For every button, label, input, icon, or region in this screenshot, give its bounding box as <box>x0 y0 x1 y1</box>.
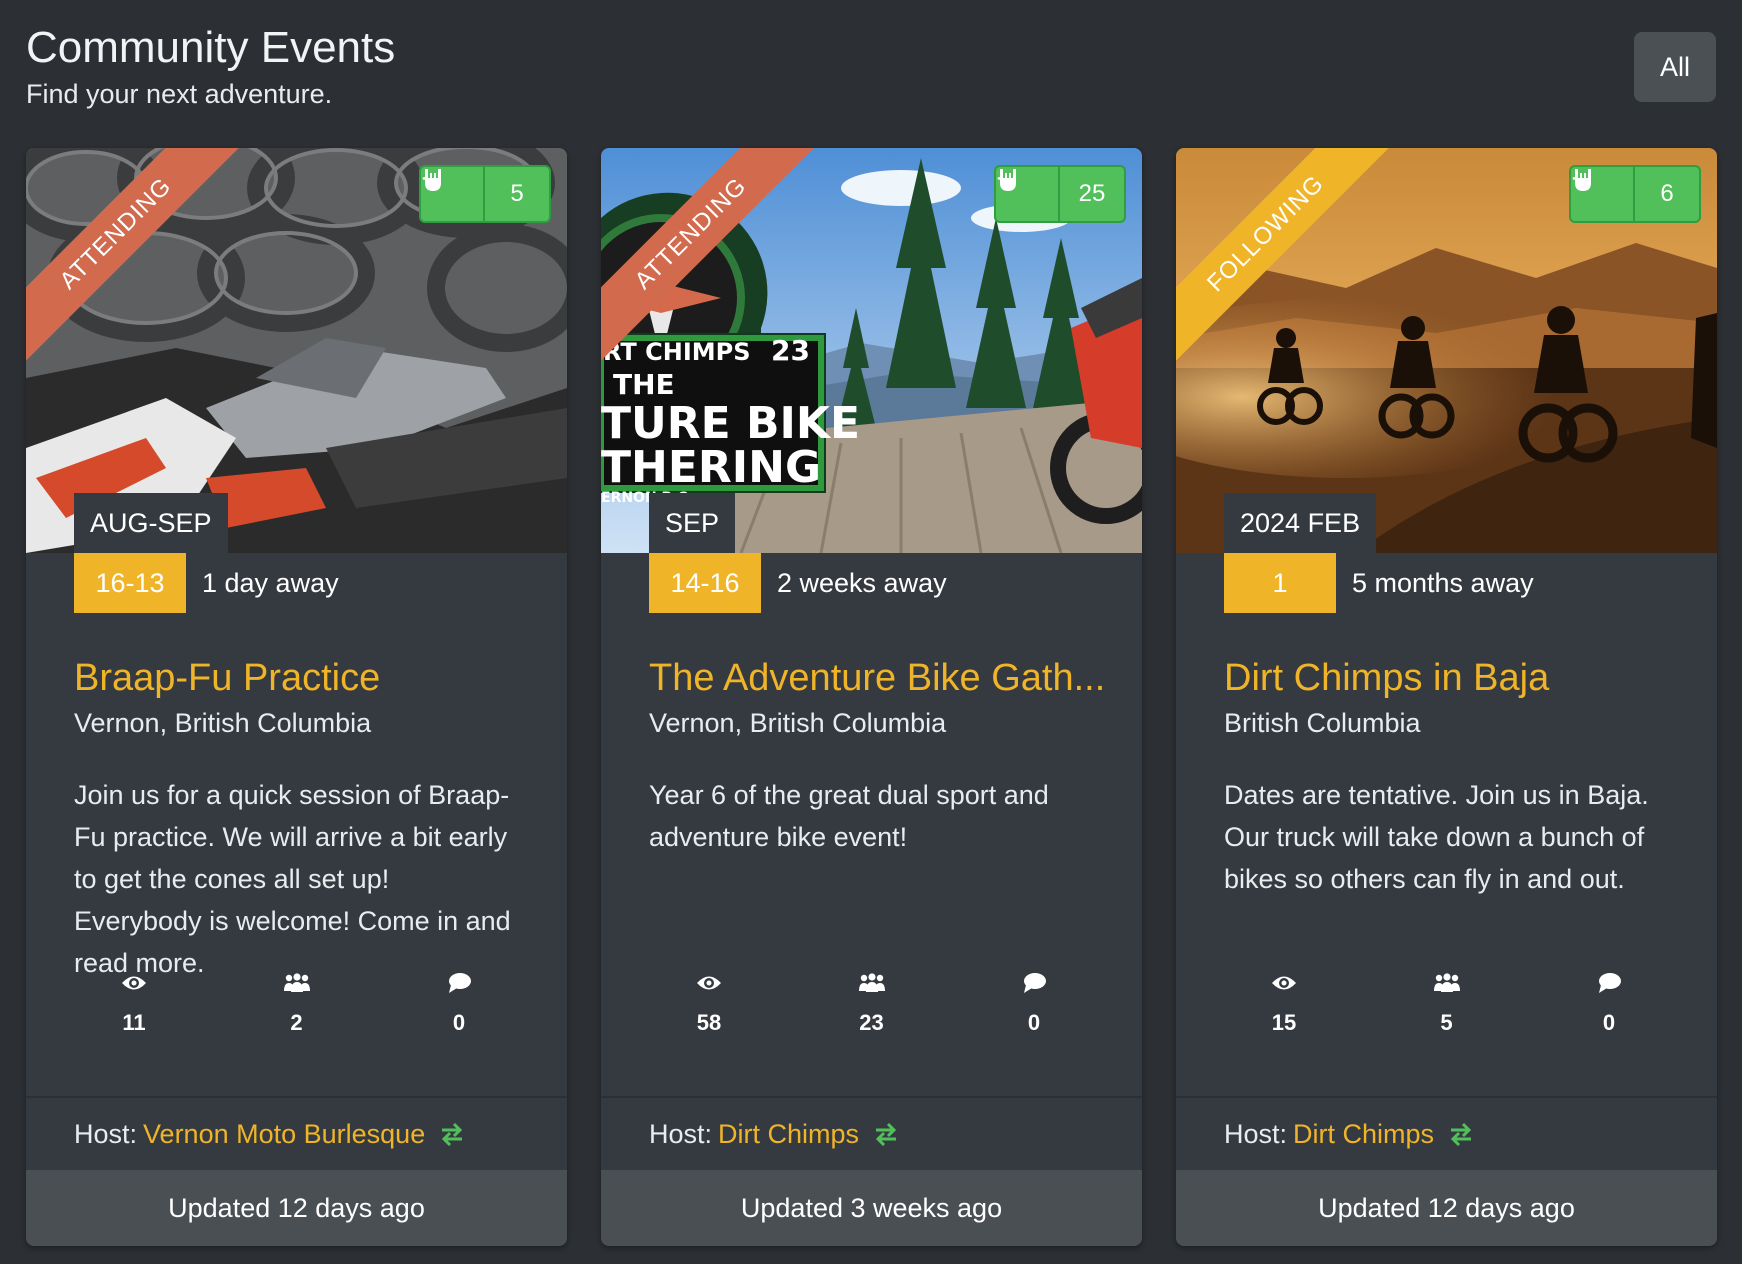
host-link[interactable]: Dirt Chimps <box>1293 1119 1434 1150</box>
users-icon <box>1433 968 1461 998</box>
views-count: 58 <box>696 1010 722 1035</box>
attendees-stat: 23 <box>812 968 932 1036</box>
event-location: British Columbia <box>1224 708 1421 738</box>
event-title-link[interactable]: Braap-Fu Practice <box>74 653 534 703</box>
event-description: Year 6 of the great dual sport and adven… <box>649 780 1049 852</box>
event-location: Vernon, British Columbia <box>74 708 372 738</box>
exchange-icon[interactable] <box>873 1122 899 1146</box>
attendees-count: 2 <box>290 1010 303 1035</box>
event-host: Host: Dirt Chimps <box>601 1096 1142 1170</box>
event-stats: 58 23 0 <box>649 968 1094 1036</box>
comment-icon <box>447 968 471 998</box>
image-text-gathering: THERING <box>601 442 821 493</box>
event-title-link[interactable]: Dirt Chimps in Baja <box>1224 653 1684 703</box>
event-card[interactable]: ATTENDING 5 AUG-SEP 16-13 1 day away Bra… <box>26 148 567 1246</box>
comments-count: 0 <box>1602 1010 1616 1035</box>
attendees-stat: 5 <box>1387 968 1507 1036</box>
host-link[interactable]: Vernon Moto Burlesque <box>143 1119 425 1150</box>
comments-stat: 0 <box>974 968 1094 1036</box>
status-ribbon-label: ATTENDING <box>601 148 821 366</box>
like-button[interactable]: 25 <box>994 165 1126 223</box>
event-title-link[interactable]: The Adventure Bike Gath... <box>649 653 1109 703</box>
rock-hand-icon <box>421 167 485 221</box>
like-button[interactable]: 6 <box>1569 165 1701 223</box>
event-updated: Updated 12 days ago <box>1176 1170 1717 1246</box>
comment-icon <box>1022 968 1046 998</box>
event-days: 16-13 <box>74 553 186 613</box>
views-stat: 11 <box>74 968 194 1036</box>
page-title: Community Events <box>26 23 396 72</box>
exchange-icon[interactable] <box>1448 1122 1474 1146</box>
attendees-stat: 2 <box>237 968 357 1036</box>
event-card[interactable]: FOLLOWING 6 2024 FEB 1 5 months away Dir… <box>1176 148 1717 1246</box>
event-stats: 15 5 0 <box>1224 968 1669 1036</box>
event-description: Join us for a quick session of Braap-Fu … <box>74 780 511 978</box>
event-image[interactable]: FOLLOWING 6 2024 FEB <box>1176 148 1717 553</box>
event-location: Vernon, British Columbia <box>649 708 947 738</box>
event-countdown: 2 weeks away <box>777 567 947 598</box>
like-count: 25 <box>1078 180 1106 207</box>
status-ribbon-label: ATTENDING <box>26 148 246 366</box>
rock-hand-icon <box>1571 167 1635 221</box>
event-card[interactable]: RT CHIMPS 23 THE TURE BIKE THERING ERNON… <box>601 148 1142 1246</box>
event-host: Host: Dirt Chimps <box>1176 1096 1717 1170</box>
event-image[interactable]: ATTENDING 5 AUG-SEP <box>26 148 567 553</box>
eye-icon <box>1271 968 1297 998</box>
date-row: 1 5 months away <box>1224 553 1534 613</box>
comment-icon <box>1597 968 1621 998</box>
event-stats: 11 2 0 <box>74 968 519 1036</box>
status-ribbon: ATTENDING <box>601 148 821 368</box>
attendees-count: 5 <box>1440 1010 1453 1035</box>
rock-hand-icon <box>996 167 1060 221</box>
comments-count: 0 <box>452 1010 466 1035</box>
host-link[interactable]: Dirt Chimps <box>718 1119 859 1150</box>
eye-icon <box>121 968 147 998</box>
event-description: Dates are tentative. Join us in Baja. Ou… <box>1224 780 1649 894</box>
comments-count: 0 <box>1027 1010 1041 1035</box>
event-days: 14-16 <box>649 553 761 613</box>
event-days: 1 <box>1224 553 1336 613</box>
host-label: Host: <box>649 1118 713 1149</box>
page-subtitle: Find your next adventure. <box>26 79 333 109</box>
page-header: Community Events Find your next adventur… <box>26 20 395 112</box>
views-count: 15 <box>1271 1010 1297 1035</box>
events-page: Community Events Find your next adventur… <box>0 0 1742 1264</box>
status-ribbon-label: FOLLOWING <box>1176 148 1396 366</box>
comments-stat: 0 <box>1549 968 1669 1036</box>
status-ribbon: ATTENDING <box>26 148 246 368</box>
event-updated: Updated 12 days ago <box>26 1170 567 1246</box>
status-ribbon: FOLLOWING <box>1176 148 1396 368</box>
like-button[interactable]: 5 <box>419 165 551 223</box>
users-icon <box>858 968 886 998</box>
eye-icon <box>696 968 722 998</box>
event-image[interactable]: RT CHIMPS 23 THE TURE BIKE THERING ERNON… <box>601 148 1142 553</box>
event-countdown: 1 day away <box>202 567 339 598</box>
event-card-list: ATTENDING 5 AUG-SEP 16-13 1 day away Bra… <box>26 148 1717 1246</box>
filter-all-button[interactable]: All <box>1634 32 1716 102</box>
event-month: 2024 FEB <box>1224 493 1377 553</box>
like-count: 6 <box>1660 180 1674 207</box>
host-label: Host: <box>1224 1118 1288 1149</box>
exchange-icon[interactable] <box>439 1122 465 1146</box>
like-count: 5 <box>510 180 524 207</box>
event-month: SEP <box>649 493 736 553</box>
event-updated: Updated 3 weeks ago <box>601 1170 1142 1246</box>
event-countdown: 5 months away <box>1352 567 1534 598</box>
host-label: Host: <box>74 1118 138 1149</box>
event-host: Host: Vernon Moto Burlesque <box>26 1096 567 1170</box>
views-stat: 58 <box>649 968 769 1036</box>
views-stat: 15 <box>1224 968 1344 1036</box>
users-icon <box>283 968 311 998</box>
comments-stat: 0 <box>399 968 519 1036</box>
date-row: 14-16 2 weeks away <box>649 553 947 613</box>
date-row: 16-13 1 day away <box>74 553 339 613</box>
event-month: AUG-SEP <box>74 493 228 553</box>
attendees-count: 23 <box>859 1010 884 1035</box>
image-text-the: THE <box>613 368 675 401</box>
views-count: 11 <box>122 1010 146 1035</box>
